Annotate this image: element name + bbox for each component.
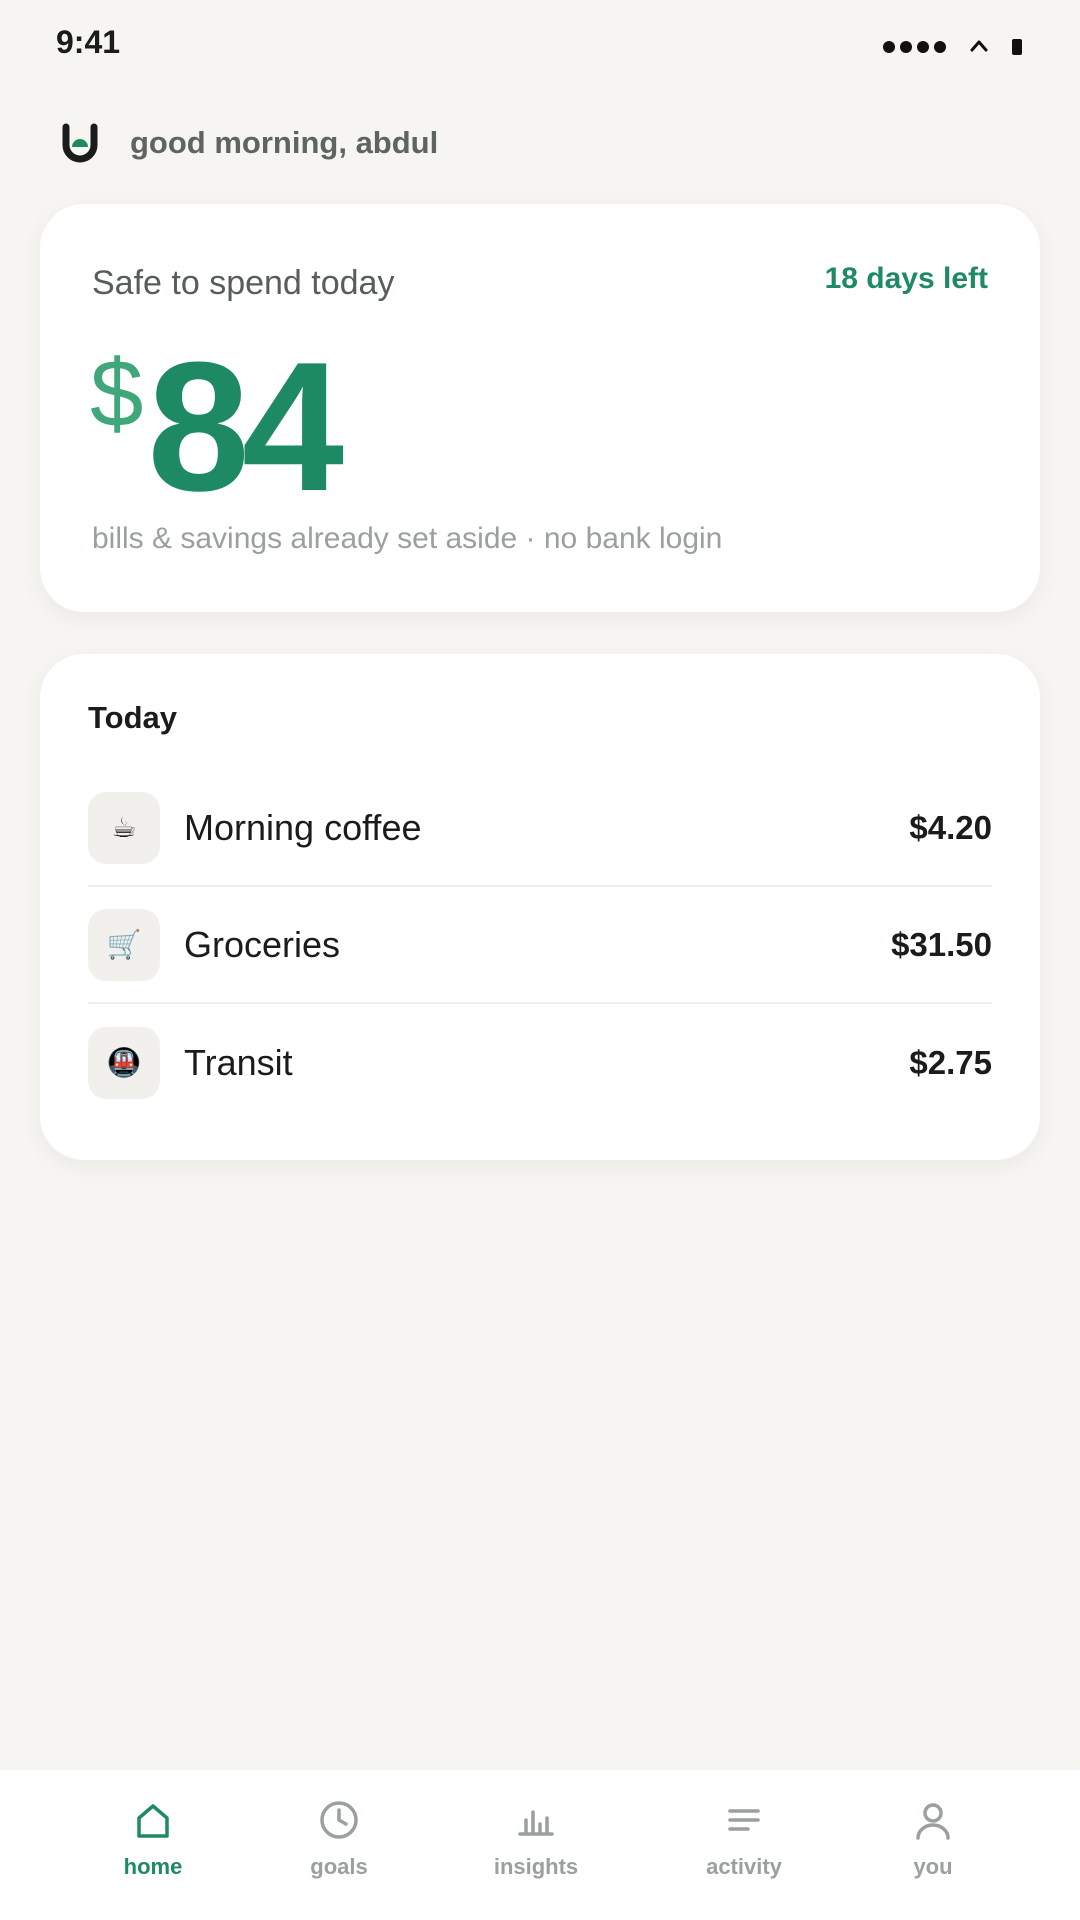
nav-label-activity: activity — [706, 1854, 782, 1879]
coffee-icon: ☕ — [88, 791, 160, 864]
home-icon — [137, 1804, 169, 1838]
days-left-label: 18 days left — [824, 262, 988, 295]
list-icon — [728, 1809, 760, 1831]
safe-to-spend-card[interactable]: Safe to spend today 18 days left $ 84 bi… — [40, 204, 1040, 612]
amount-value: 84 — [147, 323, 344, 529]
nav-label-home: home — [123, 1854, 183, 1879]
transaction-amount: $4.20 — [909, 808, 992, 846]
transaction-amount: $31.50 — [891, 925, 992, 963]
transaction-list: ☕ Morning coffee $4.20 🛒 Groceries $31.5… — [88, 770, 992, 1121]
transaction-row[interactable]: ☕ Morning coffee $4.20 — [88, 770, 992, 887]
status-indicators — [883, 30, 1022, 64]
greeting-header: good morning, abdul — [60, 118, 438, 168]
transaction-row[interactable]: 🛒 Groceries $31.50 — [88, 887, 992, 1004]
transaction-name: Morning coffee — [184, 806, 422, 848]
bottom-nav: home goals insights activity you — [0, 1770, 1080, 1920]
status-time: 9:41 — [56, 24, 121, 60]
clock-icon — [320, 1801, 358, 1839]
transaction-row[interactable]: 🚇 Transit $2.75 — [88, 1004, 992, 1121]
nav-item-you[interactable]: you — [853, 1790, 1013, 1900]
status-bar: 9:41 — [0, 0, 1080, 90]
nav-item-insights[interactable]: insights — [456, 1790, 616, 1900]
transaction-name: Groceries — [184, 923, 341, 965]
cart-icon: 🛒 — [88, 908, 160, 981]
today-title: Today — [88, 700, 177, 735]
today-card: Today ☕ Morning coffee $4.20 🛒 Groceries… — [40, 654, 1040, 1160]
nav-label-you: you — [913, 1854, 953, 1879]
bar-chart-icon — [518, 1810, 554, 1836]
transaction-name: Transit — [184, 1041, 293, 1083]
spend-note: bills & savings already set aside · no b… — [92, 522, 723, 555]
currency-symbol: $ — [90, 340, 144, 447]
nav-item-activity[interactable]: activity — [664, 1790, 824, 1900]
greeting-text: good morning, abdul — [130, 125, 439, 160]
battery-icon — [1012, 39, 1022, 55]
transaction-amount: $2.75 — [909, 1043, 992, 1081]
nav-label-insights: insights — [493, 1854, 579, 1879]
nav-item-goals[interactable]: goals — [259, 1790, 419, 1900]
nav-item-home[interactable]: home — [73, 1790, 233, 1900]
signal-icon — [883, 41, 946, 53]
person-icon — [916, 1803, 950, 1840]
metro-icon: 🚇 — [88, 1026, 160, 1099]
safe-to-spend-amount: $ 84 — [90, 334, 344, 518]
nav-label-goals: goals — [310, 1854, 368, 1879]
app-logo-icon — [62, 123, 98, 163]
safe-to-spend-label: Safe to spend today — [92, 264, 395, 302]
wifi-icon — [970, 40, 988, 52]
